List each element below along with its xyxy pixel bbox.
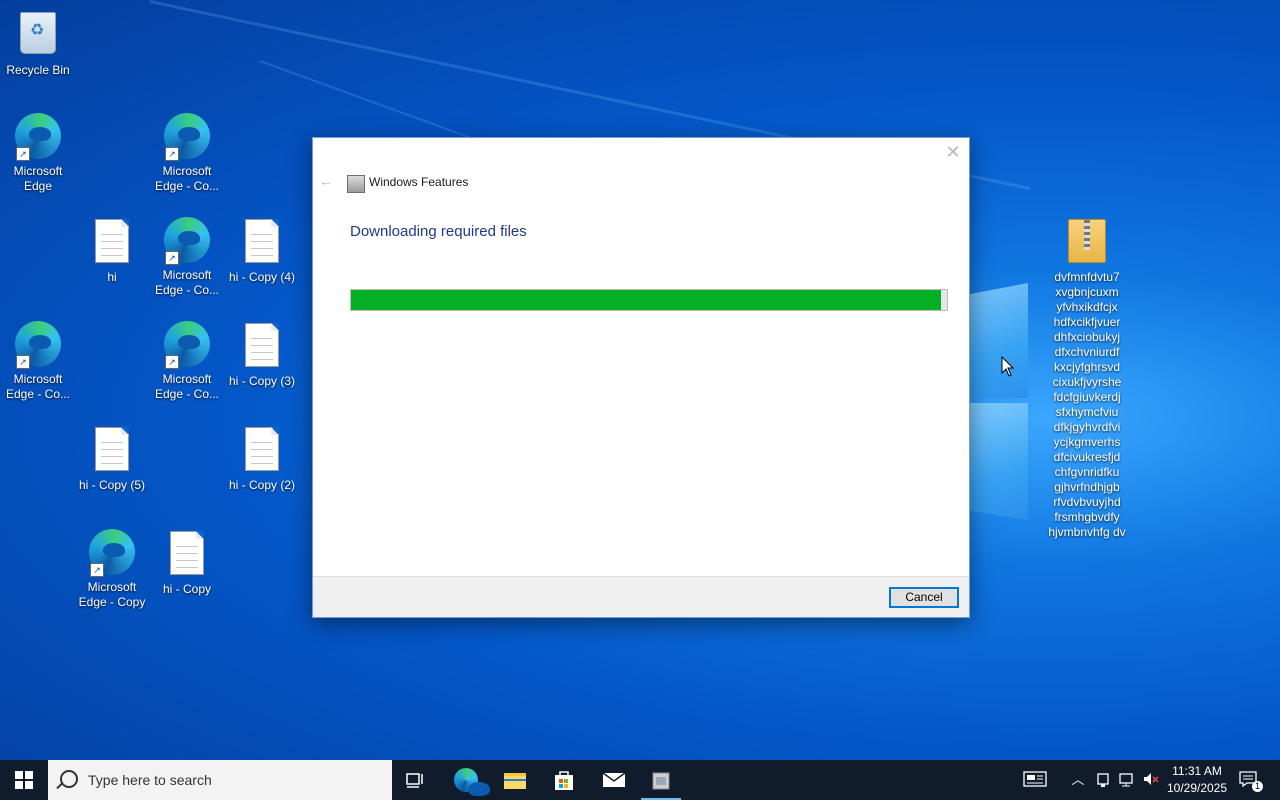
taskbar-file-explorer-button[interactable] (491, 760, 539, 800)
store-icon (555, 771, 573, 790)
desktop-icon-text-file[interactable]: hi - Copy (2) (224, 424, 300, 493)
clock-time: 11:31 AM (1172, 764, 1222, 778)
wallpaper-logo-pane (968, 283, 1028, 398)
taskbar-clock[interactable]: 11:31 AM 10/29/2025 (1160, 763, 1234, 797)
volume-muted-icon (1144, 773, 1159, 785)
mail-icon (602, 772, 626, 787)
notification-count-badge: 1 (1252, 781, 1263, 792)
desktop-icon-label: hi - Copy (4) (228, 270, 296, 284)
back-button[interactable]: ← (319, 173, 335, 191)
taskbar-store-button[interactable] (540, 760, 588, 800)
desktop-icon-edge-copy[interactable]: ↗ Microsoft Edge - Co... (0, 320, 76, 402)
dialog-title: Windows Features (369, 175, 469, 189)
shortcut-arrow-icon: ↗ (165, 251, 179, 265)
windows-logo-icon (15, 771, 33, 789)
wallpaper-logo-pane (968, 403, 1028, 520)
desktop-icon-text-file[interactable]: hi (74, 216, 150, 285)
progress-fill (351, 290, 942, 310)
desktop-icon-label: hi - Copy (3) (228, 374, 296, 388)
search-placeholder: Type here to search (88, 772, 212, 788)
desktop-icon-zip-folder[interactable]: dvfmnfdvtu7 xvgbnjcuxm yfvhxikdfcjx hdfx… (1048, 216, 1126, 540)
desktop-icon-edge-copy[interactable]: ↗ Microsoft Edge - Co... (149, 112, 225, 194)
desktop-icon-edge-copy[interactable]: ↗ Microsoft Edge - Co... (149, 216, 225, 298)
desktop-icon-text-file[interactable]: hi - Copy (149, 528, 225, 597)
desktop-icon-edge-copy[interactable]: ↗ Microsoft Edge - Copy (74, 528, 150, 610)
text-file-icon (245, 323, 279, 367)
desktop-icon-label: Microsoft Edge (13, 164, 63, 193)
zip-folder-icon (1068, 219, 1106, 263)
desktop-icon-edge[interactable]: ↗ Microsoft Edge (0, 112, 76, 194)
desktop-icon-label: Microsoft Edge - Co... (154, 372, 220, 401)
download-progress-bar (350, 289, 948, 311)
desktop-icon-recycle-bin[interactable]: ♻ Recycle Bin (0, 8, 76, 78)
usb-tray-button[interactable] (1094, 771, 1112, 789)
shortcut-arrow-icon: ↗ (16, 147, 30, 161)
news-widget-button[interactable] (1022, 771, 1048, 789)
close-button[interactable]: ✕ (943, 142, 963, 162)
desktop-icon-label: dvfmnfdvtu7 xvgbnjcuxm yfvhxikdfcjx hdfx… (1048, 270, 1126, 539)
task-view-button[interactable] (392, 760, 440, 800)
edge-icon (454, 768, 490, 796)
desktop-icon-text-file[interactable]: hi - Copy (4) (224, 216, 300, 285)
mouse-cursor-icon (1001, 356, 1015, 377)
taskbar: Type here to search ︿ 11:31 AM 10/29/202… (0, 760, 1280, 800)
text-file-icon (95, 427, 129, 471)
desktop-icon-label: hi - Copy (162, 582, 212, 596)
shortcut-arrow-icon: ↗ (165, 147, 179, 161)
desktop-icon-label: Microsoft Edge - Co... (154, 268, 220, 297)
desktop-icon-label: Recycle Bin (6, 63, 70, 77)
desktop-icon-label: Microsoft Edge - Copy (78, 580, 146, 609)
taskbar-search-box[interactable]: Type here to search (48, 760, 392, 800)
start-button[interactable] (0, 760, 48, 800)
desktop-icon-label: hi - Copy (2) (228, 478, 296, 492)
windows-features-icon (652, 772, 670, 790)
desktop-icon-label: hi (107, 270, 117, 284)
news-icon (1023, 771, 1047, 787)
desktop-icon-label: Microsoft Edge - Co... (154, 164, 220, 193)
back-arrow-icon: ← (319, 173, 333, 189)
cancel-button[interactable]: Cancel (889, 587, 959, 608)
task-view-icon (406, 773, 423, 788)
dialog-heading: Downloading required files (350, 223, 527, 240)
shortcut-arrow-icon: ↗ (165, 355, 179, 369)
usb-device-icon (1097, 773, 1109, 787)
desktop-icon-text-file[interactable]: hi - Copy (3) (224, 320, 300, 389)
windows-features-icon (347, 175, 365, 193)
file-explorer-icon (504, 773, 526, 789)
desktop-icon-label: hi - Copy (5) (78, 478, 146, 492)
volume-tray-button[interactable] (1142, 771, 1160, 789)
shortcut-arrow-icon: ↗ (90, 563, 104, 577)
text-file-icon (245, 427, 279, 471)
desktop-icon-edge-copy[interactable]: ↗ Microsoft Edge - Co... (149, 320, 225, 402)
text-file-icon (245, 219, 279, 263)
network-tray-button[interactable] (1118, 771, 1136, 789)
show-hidden-icons-button[interactable]: ︿ (1069, 771, 1087, 789)
clock-date: 10/29/2025 (1166, 781, 1228, 795)
desktop-icon-text-file[interactable]: hi - Copy (5) (74, 424, 150, 493)
desktop-icon-label: Microsoft Edge - Co... (5, 372, 71, 401)
taskbar-mail-button[interactable] (590, 760, 638, 800)
taskbar-windows-features-button[interactable] (637, 760, 685, 800)
chevron-up-icon: ︿ (1071, 772, 1085, 787)
taskbar-edge-button[interactable] (442, 760, 490, 800)
dialog-footer: Cancel (313, 576, 969, 617)
close-icon: ✕ (945, 142, 961, 162)
desktop: ♻ Recycle Bin ↗ Microsoft Edge ↗ Microso… (0, 0, 1280, 760)
text-file-icon (170, 531, 204, 575)
network-icon (1119, 773, 1133, 787)
recycle-bin-icon: ♻ (20, 12, 56, 54)
search-icon (60, 770, 78, 788)
shortcut-arrow-icon: ↗ (16, 355, 30, 369)
text-file-icon (95, 219, 129, 263)
windows-features-dialog: ✕ ← Windows Features Downloading require… (312, 137, 970, 618)
